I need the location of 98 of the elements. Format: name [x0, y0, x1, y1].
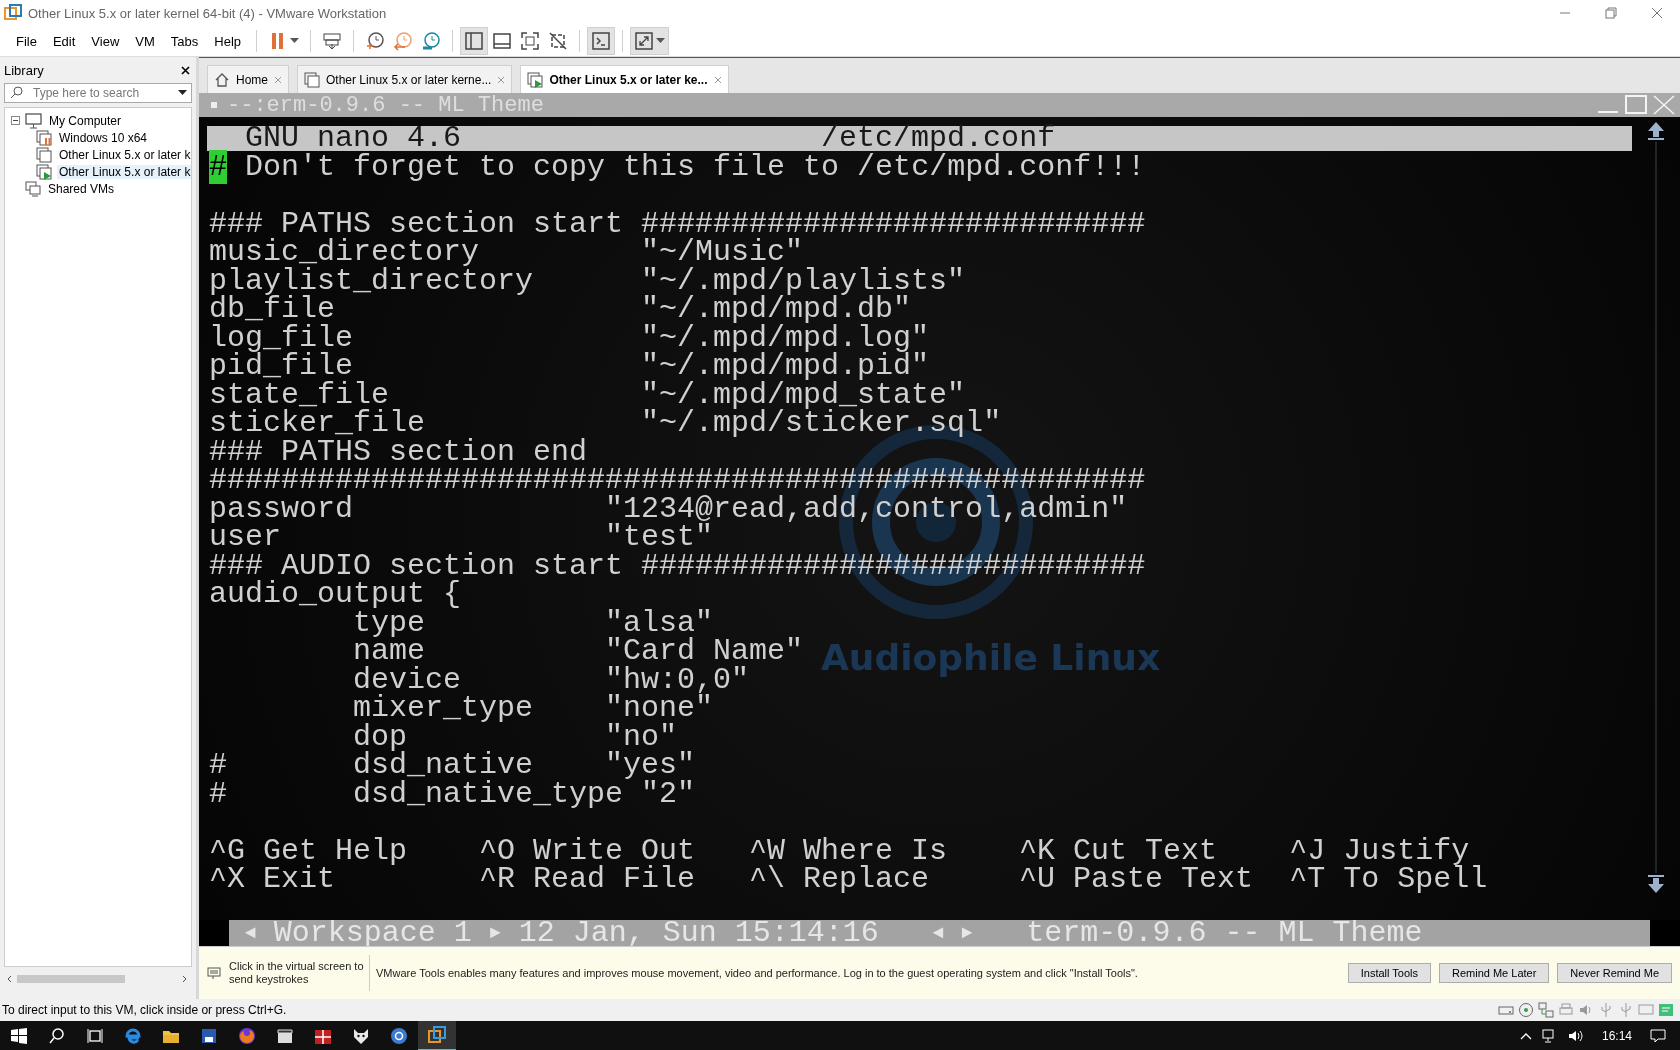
workspace-name: Workspace 1	[273, 920, 472, 946]
vm-paused-icon	[36, 129, 52, 146]
caret-icon	[290, 38, 300, 44]
tree-item[interactable]: Other Linux 5.x or later k	[57, 147, 191, 162]
shortcut-key: ^U	[1019, 865, 1056, 894]
active-window-title: term-0.9.6 -- ML Theme	[1026, 920, 1423, 946]
vm-icon	[304, 71, 320, 88]
console-icon	[591, 31, 612, 51]
vmware-logo-icon[interactable]	[428, 1026, 446, 1044]
close-icon[interactable]	[181, 65, 190, 75]
bottom-bar-layout-icon	[492, 31, 513, 51]
search-icon[interactable]	[49, 1028, 65, 1044]
tree-item[interactable]: Windows 10 x64	[57, 130, 150, 145]
chevron-up-icon[interactable]	[1519, 1032, 1532, 1040]
shortcut-key: ^O	[479, 836, 516, 865]
text-cursor: #	[209, 149, 227, 184]
menu-item[interactable]: Edit	[44, 29, 84, 53]
vmware-logo-icon	[4, 4, 22, 22]
shortcut-label: Replace	[803, 865, 930, 894]
tree-item[interactable]: Other Linux 5.x or later k	[57, 164, 191, 179]
browser-e-icon[interactable]	[124, 1027, 142, 1045]
hint-text: Click in the virtual screen to send keystrokes	[229, 960, 365, 986]
shortcut-label: Write Out	[533, 836, 696, 865]
speaker-icon[interactable]	[1567, 1029, 1584, 1043]
notification-button[interactable]: Install Tools	[1347, 963, 1431, 983]
shortcut-label: Where Is	[803, 836, 948, 865]
folder-icon[interactable]	[162, 1028, 180, 1044]
stretch-icon	[634, 31, 655, 51]
notifications-icon[interactable]	[1650, 1029, 1666, 1043]
restore-icon[interactable]	[1605, 7, 1617, 19]
shortcut-key: ^J	[1289, 836, 1326, 865]
panel-title: Library	[4, 62, 44, 78]
task-view-icon[interactable]	[87, 1028, 103, 1044]
gift-box-icon[interactable]	[314, 1027, 332, 1045]
clock-text: 12 Jan, Sun 15:14:16	[518, 920, 879, 946]
toolbar-button[interactable]	[630, 27, 670, 55]
round-app-icon[interactable]	[390, 1027, 408, 1045]
clock-text[interactable]: 16:14	[1601, 1029, 1632, 1043]
windows-start-icon[interactable]	[11, 1028, 27, 1044]
fullscreen-icon	[520, 31, 541, 51]
menu-item[interactable]: Tabs	[162, 29, 207, 53]
shortcut-label: Exit	[263, 865, 335, 894]
window-title: Other Linux 5.x or later kernel 64-bit (4) - VMware Workstation	[28, 5, 388, 21]
clock-wrench-icon	[421, 31, 442, 51]
clapperboard-icon[interactable]	[277, 1028, 293, 1044]
search-icon	[10, 86, 23, 99]
tab[interactable]: Other Linux 5.x or later kerne...	[297, 65, 513, 93]
toolbar-button[interactable]	[460, 27, 489, 55]
fox-globe-icon[interactable]	[238, 1027, 256, 1045]
shortcut-key: ^K	[1019, 836, 1056, 865]
menu-item[interactable]: View	[83, 29, 128, 53]
toolbar-button[interactable]	[587, 27, 616, 55]
vm-running-icon	[36, 163, 52, 180]
menu-item[interactable]: File	[8, 29, 45, 53]
shortcut-label: Cut Text	[1073, 836, 1218, 865]
scrollbar[interactable]	[1645, 120, 1667, 895]
shortcut-key: ^\	[749, 865, 786, 894]
shortcut-label: Get Help	[263, 836, 408, 865]
shared-monitors-icon	[25, 180, 41, 197]
status-text: To direct input to this VM, click inside or press Ctrl+G.	[2, 1003, 288, 1017]
vm-running-icon	[527, 71, 544, 88]
shortcut-key: ^R	[479, 865, 516, 894]
shortcut-key: ^W	[749, 836, 786, 865]
code-line: audio_output {	[209, 577, 462, 611]
shortcut-label: Justify	[1343, 836, 1470, 865]
keyboard-stack-icon	[322, 31, 343, 51]
vm-icon	[36, 146, 52, 163]
tab[interactable]: Home	[207, 65, 289, 93]
sidebar-layout-icon	[464, 31, 485, 51]
caret-icon	[656, 38, 666, 44]
shortcut-key: ^G	[209, 836, 245, 865]
tree-item[interactable]: Shared VMs	[46, 181, 117, 196]
notification-button[interactable]: Remind Me Later	[1439, 963, 1550, 983]
shortcut-label: Read File	[533, 865, 696, 894]
menu-item[interactable]: VM	[127, 29, 163, 53]
menu-item[interactable]: Help	[206, 29, 250, 53]
animal-head-icon[interactable]	[352, 1027, 370, 1045]
shortcut-key: ^T	[1289, 865, 1326, 894]
keyboard-mouse-icon	[207, 966, 221, 980]
disc-icon[interactable]	[1518, 1002, 1534, 1018]
monitor-icon	[25, 112, 42, 129]
notification-message: VMware Tools enables many features and improves mouse movement, video and performance. Log in to the guest operating system and click "Install Tools".	[376, 967, 1138, 979]
code-line: ### PATHS section end	[209, 434, 588, 469]
tree-item[interactable]: My Computer	[47, 113, 124, 128]
crossed-window-icon	[548, 31, 569, 51]
wallpaper-text: Audiophile Linux	[821, 637, 1161, 678]
notification-button[interactable]: Never Remind Me	[1557, 963, 1672, 983]
search-field[interactable]: Type here to search	[4, 83, 192, 103]
tab[interactable]: Other Linux 5.x or later ke...	[520, 65, 729, 93]
collapse-icon[interactable]	[11, 116, 20, 125]
shortcut-key: ^X	[209, 865, 245, 894]
clock-plus-icon	[365, 31, 386, 51]
file-name: /etc/mpd.conf	[821, 126, 1056, 151]
shortcut-label: To Spell	[1343, 865, 1488, 894]
caret-icon[interactable]	[178, 90, 187, 96]
shortcut-label: Paste Text	[1073, 865, 1254, 894]
editor-version: GNU nano 4.6	[245, 126, 463, 151]
home-icon	[214, 71, 230, 88]
